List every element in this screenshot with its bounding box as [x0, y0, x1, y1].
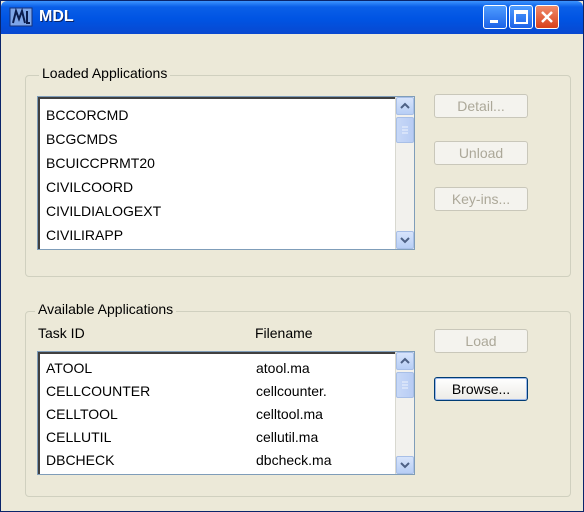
mdl-app-icon — [9, 7, 33, 27]
available-scrollbar[interactable] — [395, 352, 414, 474]
list-item[interactable]: BCCORCMD — [46, 107, 128, 123]
maximize-button[interactable] — [509, 5, 533, 29]
task-id-cell: ATOOL — [46, 360, 93, 376]
filename-column-header[interactable]: Filename — [255, 325, 313, 341]
grip-icon — [402, 381, 408, 389]
maximize-icon — [514, 10, 528, 24]
filename-cell: celltool.ma — [256, 406, 323, 422]
scroll-up-button[interactable] — [396, 97, 414, 115]
scroll-up-button[interactable] — [396, 352, 414, 370]
title-bar[interactable]: MDL — [1, 1, 583, 34]
filename-cell: dbcheck.ma — [256, 452, 332, 468]
available-applications-list[interactable]: ATOOL atool.ma CELLCOUNTER cellcounter. … — [37, 351, 415, 475]
minimize-icon — [490, 20, 498, 23]
close-icon — [541, 11, 553, 23]
close-button[interactable] — [535, 5, 559, 29]
chevron-up-icon — [400, 357, 410, 364]
chevron-up-icon — [400, 102, 410, 109]
chevron-down-icon — [400, 237, 410, 244]
filename-cell: cellcounter. — [256, 383, 327, 399]
loaded-scrollbar[interactable] — [395, 97, 414, 249]
unload-button[interactable]: Unload — [434, 141, 528, 165]
browse-button[interactable]: Browse... — [434, 377, 528, 401]
loaded-applications-label: Loaded Applications — [39, 65, 171, 81]
window-title: MDL — [39, 8, 74, 25]
task-id-cell: CELLCOUNTER — [46, 383, 151, 399]
list-item[interactable]: CIVILCOORD — [46, 179, 133, 195]
table-row[interactable]: CELLUTIL cellutil.ma — [46, 429, 318, 445]
table-row[interactable]: DBCHECK dbcheck.ma — [46, 452, 331, 468]
minimize-button[interactable] — [483, 5, 507, 29]
key-ins-button[interactable]: Key-ins... — [434, 187, 528, 211]
loaded-applications-list[interactable]: BCCORCMD BCGCMDS BCUICCPRMT20 CIVILCOORD… — [37, 96, 415, 250]
available-applications-label: Available Applications — [35, 301, 177, 317]
task-id-column-header[interactable]: Task ID — [38, 325, 85, 341]
scroll-thumb[interactable] — [396, 117, 414, 143]
table-row[interactable]: CELLCOUNTER cellcounter. — [46, 383, 327, 399]
scroll-down-button[interactable] — [396, 456, 414, 474]
filename-cell: cellutil.ma — [256, 429, 319, 445]
scroll-thumb[interactable] — [396, 372, 414, 398]
task-id-cell: CELLUTIL — [46, 429, 112, 445]
chevron-down-icon — [400, 462, 410, 469]
table-row[interactable]: ATOOL atool.ma — [46, 360, 310, 376]
filename-cell: atool.ma — [256, 360, 310, 376]
mdl-window: MDL Loaded Applications BCCORCMD BCGCMDS… — [0, 0, 584, 512]
load-button[interactable]: Load — [434, 329, 528, 353]
list-item[interactable]: BCGCMDS — [46, 131, 118, 147]
task-id-cell: DBCHECK — [46, 452, 115, 468]
detail-button[interactable]: Detail... — [434, 94, 528, 118]
list-item[interactable]: CIVILDIALOGEXT — [46, 203, 161, 219]
list-item[interactable]: CIVILIRAPP — [46, 227, 123, 243]
grip-icon — [402, 126, 408, 134]
task-id-cell: CELLTOOL — [46, 406, 118, 422]
table-row[interactable]: CELLTOOL celltool.ma — [46, 406, 323, 422]
list-item[interactable]: BCUICCPRMT20 — [46, 155, 155, 171]
scroll-down-button[interactable] — [396, 231, 414, 249]
